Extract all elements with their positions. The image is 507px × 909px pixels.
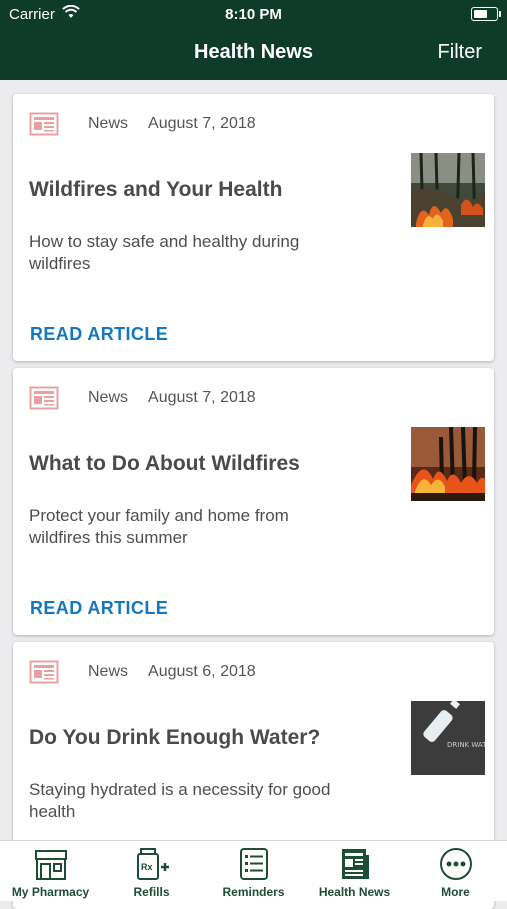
filter-button[interactable]: Filter — [438, 41, 482, 64]
article-title[interactable]: What to Do About Wildfires — [29, 452, 300, 476]
article-date: August 7, 2018 — [148, 389, 256, 406]
article-date: August 7, 2018 — [148, 115, 256, 132]
article-description: How to stay safe and healthy during wild… — [29, 232, 300, 273]
more-dots-icon — [439, 848, 472, 880]
newspaper-icon — [29, 660, 59, 689]
tab-label: Reminders — [222, 885, 285, 899]
tab-label: More — [441, 885, 470, 899]
article-description: Staying hydrated is a necessity for good… — [29, 780, 331, 821]
tab-my-pharmacy[interactable]: My Pharmacy — [0, 841, 101, 901]
article-card[interactable]: News August 7, 2018 What to Do About Wild… — [13, 368, 494, 635]
burning-trees-thumbnail[interactable] — [411, 427, 485, 501]
rx-bottle-plus-icon: Rx — [136, 848, 169, 880]
status-bar: Carrier 8:10 PM — [0, 0, 507, 28]
forest-fire-thumbnail[interactable] — [411, 153, 485, 227]
tab-reminders[interactable]: Reminders — [203, 841, 304, 901]
svg-text:Rx: Rx — [141, 862, 153, 872]
thumbnail-caption: DRINK WATER — [447, 741, 485, 749]
newspaper-icon — [29, 386, 59, 415]
article-category: News — [88, 663, 129, 680]
article-description: Protect your family and home from wildfi… — [29, 506, 289, 547]
article-meta: News August 6, 2018 — [88, 663, 256, 681]
tab-label: My Pharmacy — [11, 885, 90, 899]
article-category: News — [88, 115, 129, 132]
tab-bar: My Pharmacy Rx Refills Reminders Health … — [0, 840, 507, 901]
tab-more[interactable]: More — [405, 841, 506, 901]
tab-health-news[interactable]: Health News — [304, 841, 405, 901]
nav-header: Carrier 8:10 PM Health News Filter — [0, 0, 507, 80]
newspaper-icon — [341, 849, 369, 879]
tab-refills[interactable]: Rx Refills — [101, 841, 202, 901]
newspaper-icon — [29, 112, 59, 141]
water-bottle-thumbnail[interactable]: DRINK WATER — [411, 701, 485, 775]
checklist-icon — [239, 848, 268, 880]
battery-icon — [471, 7, 501, 21]
article-date: August 6, 2018 — [148, 663, 256, 680]
clock: 8:10 PM — [225, 6, 282, 23]
article-meta: News August 7, 2018 — [88, 115, 256, 133]
read-article-button[interactable]: READ ARTICLE — [30, 324, 168, 345]
tab-label: Health News — [318, 885, 391, 899]
article-category: News — [88, 389, 129, 406]
tab-label: Refills — [133, 885, 170, 899]
article-card[interactable]: News August 7, 2018 Wildfires and Your He… — [13, 94, 494, 361]
article-title[interactable]: Wildfires and Your Health — [29, 178, 282, 202]
page-title: Health News — [194, 41, 313, 63]
read-article-button[interactable]: READ ARTICLE — [30, 598, 168, 619]
article-title[interactable]: Do You Drink Enough Water? — [29, 726, 320, 750]
storefront-icon — [34, 850, 67, 880]
article-meta: News August 7, 2018 — [88, 389, 256, 407]
